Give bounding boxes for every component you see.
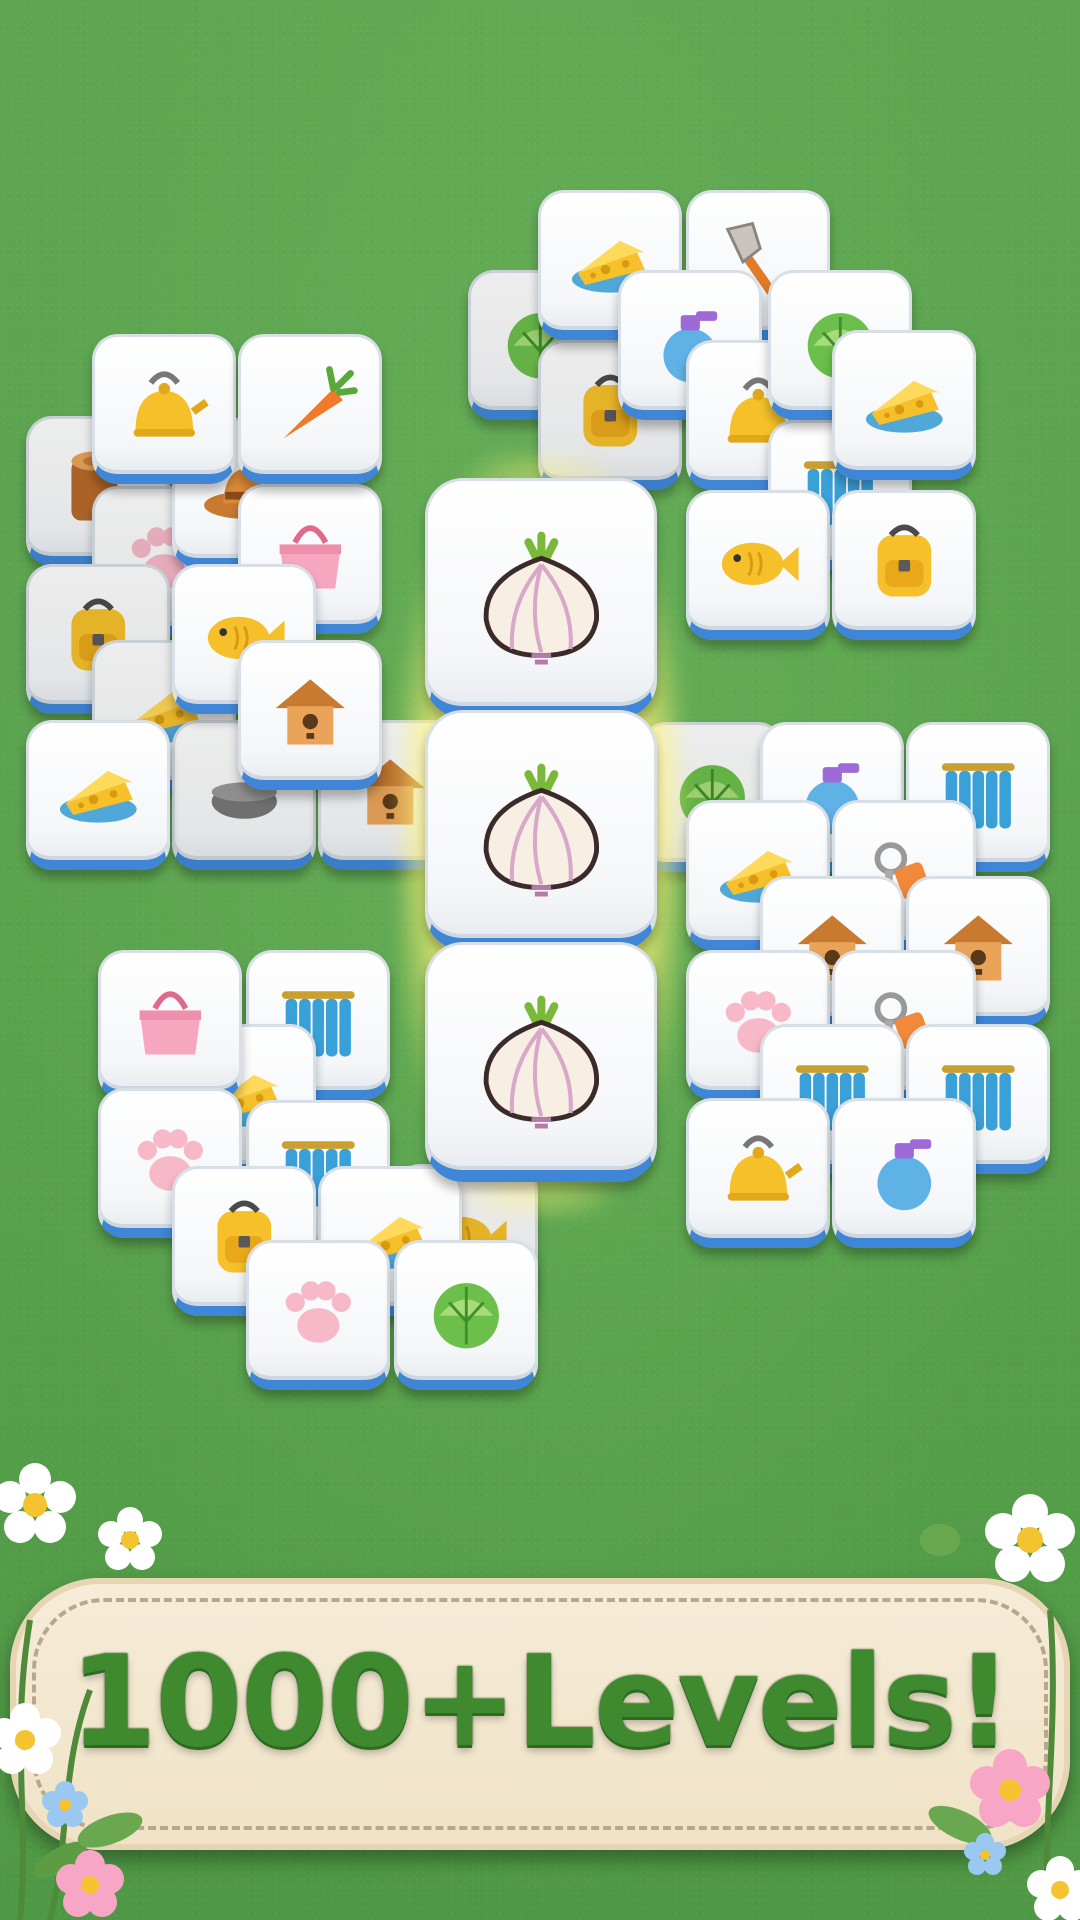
selected-tile-garlic[interactable]	[425, 710, 657, 950]
tile-backpack[interactable]	[832, 490, 976, 640]
tile-kettle[interactable]	[92, 334, 236, 484]
tile-birdhouse[interactable]	[238, 640, 382, 790]
tile-fish[interactable]	[686, 490, 830, 640]
tile-carrot[interactable]	[238, 334, 382, 484]
tile-handbag[interactable]	[98, 950, 242, 1100]
backpack-icon	[877, 524, 931, 597]
paw-icon	[285, 1280, 351, 1343]
tile-paw[interactable]	[246, 1240, 390, 1390]
selected-tile-garlic[interactable]	[425, 478, 657, 718]
handbag-icon	[139, 990, 201, 1055]
birdhouse-icon	[275, 678, 345, 745]
flower-decoration-right	[920, 1494, 1080, 1920]
cheese-icon	[865, 380, 943, 433]
tile-cabbage[interactable]	[394, 1240, 538, 1390]
tile-spray-bottle[interactable]	[832, 1098, 976, 1248]
kettle-icon	[727, 1135, 803, 1201]
tile-cheese[interactable]	[832, 330, 976, 480]
cheese-icon	[59, 770, 137, 823]
selected-tile-garlic[interactable]	[425, 942, 657, 1182]
spray-bottle-icon	[877, 1138, 931, 1210]
tile-kettle[interactable]	[686, 1098, 830, 1248]
carrot-icon	[283, 365, 358, 439]
cabbage-icon	[433, 1282, 499, 1348]
tile-cheese[interactable]	[26, 720, 170, 870]
kettle-icon	[133, 371, 209, 437]
flower-decoration-left	[0, 1463, 162, 1920]
garlic-icon	[483, 995, 599, 1128]
garlic-icon	[483, 763, 599, 896]
garlic-icon	[483, 531, 599, 664]
fish-icon	[721, 542, 799, 585]
